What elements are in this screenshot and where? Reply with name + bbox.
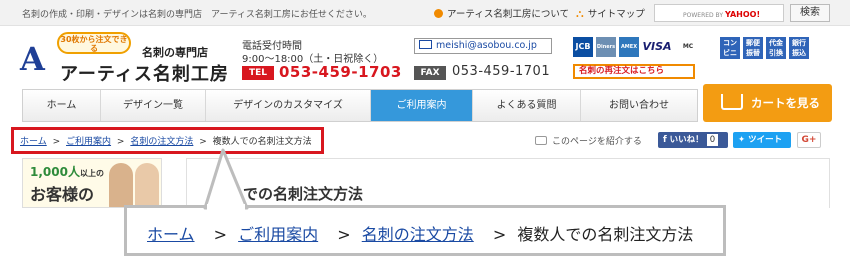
breadcrumb-zoom-separator: > [213, 225, 228, 244]
breadcrumb-separator: > [199, 137, 207, 147]
reorder-link[interactable]: 名刺の再注文はこちら [573, 64, 695, 79]
breadcrumb-zoom-separator: > [337, 225, 351, 244]
top-utility-bar: 名刺の作成・印刷・デザインは名刺の専門店 アーティス名刺工房にお任せください。 … [0, 0, 850, 26]
nav-design-list[interactable]: デザイン一覧 [101, 90, 206, 121]
tel-number[interactable]: 053-459-1703 [279, 63, 402, 81]
page-title: 人での名刺注文方法 [228, 185, 364, 203]
nav-home[interactable]: ホーム [23, 90, 101, 121]
breadcrumb-zoom-callout: ホーム > ご利用案内 > 名刺の注文方法 > 複数人での名刺注文方法 [124, 205, 726, 256]
breadcrumb-zoom-guide[interactable]: ご利用案内 [238, 225, 318, 244]
breadcrumb-zoom-current: 複数人での名刺注文方法 [517, 225, 694, 244]
breadcrumb-order[interactable]: 名刺の注文方法 [130, 137, 193, 147]
fax-tag: FAX [414, 66, 446, 80]
sitemap-icon: ⛬ [576, 6, 584, 20]
tweet-button[interactable]: ✦ ツイート [733, 132, 791, 148]
customer-photo [135, 163, 159, 207]
global-nav: ホーム デザイン一覧 デザインのカスタマイズ ご利用案内 よくある質問 お問い合… [22, 89, 698, 122]
share-intro-label: このページを紹介する [552, 137, 642, 147]
search-powered-label: POWERED BY [683, 12, 724, 19]
fax-number: 053-459-1701 [452, 64, 551, 79]
payment-bank: 銀行振込 [789, 37, 809, 59]
logo-badge: 30枚から注文できる [57, 32, 131, 54]
share-intro: このページを紹介する [535, 134, 642, 147]
cart-button[interactable]: カートを見る [703, 84, 832, 122]
jcb-logo: JCB [573, 37, 593, 57]
breadcrumb-zoom-home[interactable]: ホーム [147, 225, 195, 244]
facebook-like-button[interactable]: f いいね！ 0 [658, 132, 728, 148]
customer-count: 1,000人以上の [30, 163, 104, 180]
twitter-bird-icon: ✦ [738, 135, 749, 145]
customer-count-number: 1,000人 [30, 165, 80, 179]
tel-tag: TEL [242, 66, 274, 80]
logo-subtitle: 名刺の専門店 [142, 46, 208, 59]
customer-photo [109, 163, 133, 207]
cart-icon [721, 94, 743, 110]
breadcrumb-separator: > [116, 137, 125, 147]
customer-count-suffix: 以上の [79, 169, 104, 178]
search-button[interactable]: 検索 [790, 4, 830, 22]
breadcrumb-home[interactable]: ホーム [20, 137, 47, 147]
sitemap-link[interactable]: ⛬ サイトマップ [576, 6, 645, 21]
breadcrumb-guide[interactable]: ご利用案内 [66, 137, 111, 147]
nav-faq[interactable]: よくある質問 [473, 90, 581, 121]
customer-banner[interactable]: 1,000人以上の お客様の [22, 158, 162, 208]
payment-conveni: コンビニ [720, 37, 740, 59]
breadcrumb-current: 複数人での名刺注文方法 [212, 137, 312, 147]
nav-guide[interactable]: ご利用案内 [371, 90, 473, 121]
payment-postal: 郵便振替 [743, 37, 763, 59]
breadcrumb-zoom-order[interactable]: 名刺の注文方法 [362, 225, 474, 244]
nav-customize[interactable]: デザインのカスタマイズ [206, 90, 371, 121]
breadcrumb: ホーム > ご利用案内 > 名刺の注文方法 > 複数人での名刺注文方法 [20, 134, 312, 147]
logo-mark[interactable]: A [20, 40, 45, 78]
like-label: いいね！ [669, 135, 704, 145]
site-tagline: 名刺の作成・印刷・デザインは名刺の専門店 アーティス名刺工房にお任せください。 [22, 10, 372, 20]
cart-button-label: カートを見る [751, 96, 820, 110]
email-link[interactable]: meishi@asobou.co.jp [414, 38, 552, 54]
tweet-label: ツイート [748, 135, 783, 145]
email-address: meishi@asobou.co.jp [436, 40, 537, 51]
logo-name[interactable]: アーティス名刺工房 [60, 60, 229, 86]
about-link-label: アーティス名刺工房について [447, 9, 570, 20]
breadcrumb-separator: > [52, 137, 61, 147]
bullet-icon [434, 8, 443, 18]
diners-logo: Diners [596, 37, 616, 57]
like-count: 0 [706, 134, 719, 146]
sitemap-link-label: サイトマップ [587, 9, 645, 20]
nav-contact[interactable]: お問い合わせ [581, 90, 697, 121]
customer-banner-text: お客様の [30, 185, 95, 204]
yahoo-logo: YAHOO! [724, 10, 761, 19]
payment-cod: 代金引換 [766, 37, 786, 59]
google-plus-button[interactable]: G+ [797, 132, 821, 148]
mail-icon [419, 40, 432, 49]
visa-logo: VISA [642, 37, 672, 57]
about-link[interactable]: アーティス名刺工房について [434, 6, 569, 20]
card-logos: JCB Diners AMEX VISA MC [573, 37, 701, 57]
amex-logo: AMEX [619, 37, 639, 57]
search-input[interactable]: POWERED BY YAHOO! [654, 4, 784, 22]
breadcrumb-zoom-separator: > [492, 225, 507, 244]
speech-bubble-icon [535, 136, 547, 145]
thumbs-up-icon: f [663, 135, 670, 145]
mastercard-logo: MC [675, 37, 701, 57]
breadcrumb-zoomed: ホーム > ご利用案内 > 名刺の注文方法 > 複数人での名刺注文方法 [147, 221, 693, 245]
